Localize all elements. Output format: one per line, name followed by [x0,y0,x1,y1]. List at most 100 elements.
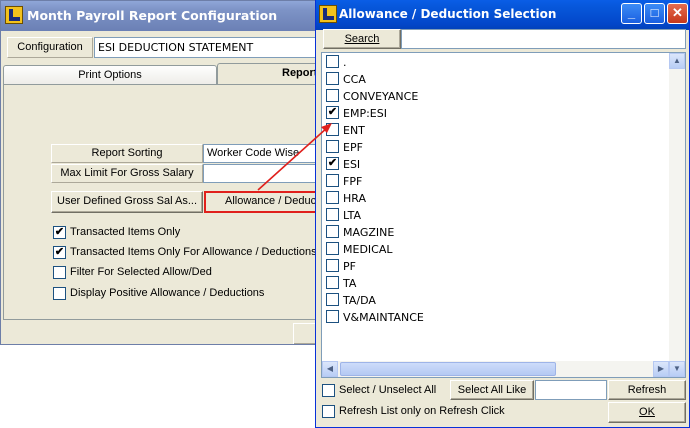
list-item-label: V&MAINTANCE [343,311,424,324]
list-item-label: ENT [343,124,365,137]
list-item[interactable]: ✔ EMP:ESI [322,105,669,122]
list-item[interactable]: ENT [322,122,669,139]
checkmark-icon: ✔ [327,106,338,118]
select-unselect-all-label: Select / Unselect All [339,384,437,396]
list-item-checkbox[interactable] [326,174,339,187]
list-item-checkbox[interactable] [326,191,339,204]
list-item[interactable]: TA/DA [322,292,669,309]
list-item[interactable]: PF [322,258,669,275]
list-item-checkbox[interactable] [326,259,339,272]
select-all-like-button[interactable]: Select All Like [450,380,534,400]
list-item-label: CONVEYANCE [343,90,419,103]
list-item-label: . [343,56,347,69]
list-item-label: LTA [343,209,362,222]
list-item-label: TA/DA [343,294,376,307]
dialog-titlebar[interactable]: Allowance / Deduction Selection _ □ ✕ [316,0,689,30]
list-item[interactable]: MEDICAL [322,241,669,258]
filter-selected-checkbox[interactable] [53,266,66,279]
allowance-deduction-dialog: Allowance / Deduction Selection _ □ ✕ Se… [315,0,690,428]
list-item[interactable]: MAGZINE [322,224,669,241]
transacted-allowance-checkbox[interactable]: ✔ [53,246,66,259]
horizontal-scroll-thumb[interactable] [340,362,556,376]
user-defined-gross-button[interactable]: User Defined Gross Sal As... [51,191,203,213]
list-item[interactable]: TA [322,275,669,292]
list-item-label: HRA [343,192,366,205]
horizontal-scrollbar[interactable]: ◀ ▶ [322,361,669,377]
transacted-items-label: Transacted Items Only [70,226,181,238]
list-item-label: PF [343,260,356,273]
list-item[interactable]: CCA [322,71,669,88]
list-item-checkbox[interactable] [326,123,339,136]
vertical-scrollbar[interactable]: ▲ ▼ [669,53,685,377]
close-icon[interactable]: ✕ [667,3,688,24]
search-button-label: Search [344,33,380,45]
report-sorting-label: Report Sorting [51,144,203,163]
display-positive-label: Display Positive Allowance / Deductions [70,287,265,299]
configuration-label: Configuration [7,37,93,58]
ok-button-label: OK [639,406,655,418]
tab-print-options[interactable]: Print Options [3,65,217,86]
scroll-up-icon[interactable]: ▲ [669,53,685,69]
list-item-checkbox[interactable] [326,242,339,255]
checkmark-icon: ✔ [327,157,338,169]
list-item[interactable]: FPF [322,173,669,190]
list-item-label: MEDICAL [343,243,393,256]
list-item[interactable]: CONVEYANCE [322,88,669,105]
list-item-checkbox[interactable] [326,293,339,306]
scroll-down-icon[interactable]: ▼ [669,361,685,377]
list-item[interactable]: HRA [322,190,669,207]
list-item-label: CCA [343,73,366,86]
list-item[interactable]: V&MAINTANCE [322,309,669,326]
allowance-list[interactable]: . CCA CONVEYANCE ✔ EMP:ESI ENT EPF ✔ ESI FPF HRA LT… [321,52,686,378]
window-title: Month Payroll Report Configuration [27,8,278,23]
allowance-deduction-button[interactable]: Allowance / Deduc [204,191,321,213]
payroll-config-window: Month Payroll Report Configuration Confi… [0,0,322,345]
select-unselect-all-checkbox[interactable] [322,384,335,397]
list-item-label: FPF [343,175,363,188]
list-item-checkbox[interactable] [326,55,339,68]
filter-selected-label: Filter For Selected Allow/Ded [70,266,212,278]
bottom-button-strip [1,321,321,344]
list-item-checkbox[interactable]: ✔ [326,106,339,119]
list-item-checkbox[interactable] [326,276,339,289]
list-item-label: EPF [343,141,363,154]
transacted-items-checkbox[interactable]: ✔ [53,226,66,239]
list-item-checkbox[interactable] [326,140,339,153]
display-positive-checkbox[interactable] [53,287,66,300]
scroll-left-icon[interactable]: ◀ [322,361,338,377]
report-sorting-select[interactable]: Worker Code Wise [203,144,321,163]
list-item-checkbox[interactable] [326,310,339,323]
list-item-checkbox[interactable] [326,208,339,221]
select-all-like-input[interactable] [535,380,607,400]
refresh-button[interactable]: Refresh [608,380,686,400]
app-icon [5,6,23,24]
list-item[interactable]: . [322,54,669,71]
checkmark-icon: ✔ [54,226,65,238]
list-item[interactable]: ✔ ESI [322,156,669,173]
list-item-checkbox[interactable] [326,72,339,85]
list-item[interactable]: LTA [322,207,669,224]
refresh-on-click-checkbox[interactable] [322,405,335,418]
max-limit-field[interactable] [203,164,321,183]
list-item-checkbox[interactable] [326,89,339,102]
list-item-label: EMP:ESI [343,107,387,120]
list-item-checkbox[interactable] [326,225,339,238]
list-item-label: ESI [343,158,361,171]
list-item-label: TA [343,277,357,290]
dialog-title: Allowance / Deduction Selection [339,7,557,21]
search-button[interactable]: Search [323,29,401,49]
payroll-config-titlebar[interactable]: Month Payroll Report Configuration [1,1,321,31]
scroll-right-icon[interactable]: ▶ [653,361,669,377]
transacted-allowance-label: Transacted Items Only For Allowance / De… [70,246,317,258]
search-input[interactable] [401,29,686,49]
refresh-on-click-label: Refresh List only on Refresh Click [339,405,505,417]
list-item[interactable]: EPF [322,139,669,156]
list-item-label: MAGZINE [343,226,395,239]
max-limit-label: Max Limit For Gross Salary [51,164,203,183]
minimize-icon[interactable]: _ [621,3,642,24]
ok-button[interactable]: OK [608,402,686,423]
app-icon [319,5,337,23]
list-item-checkbox[interactable]: ✔ [326,157,339,170]
configuration-field[interactable]: ESI DEDUCTION STATEMENT [94,37,321,58]
maximize-icon[interactable]: □ [644,3,665,24]
